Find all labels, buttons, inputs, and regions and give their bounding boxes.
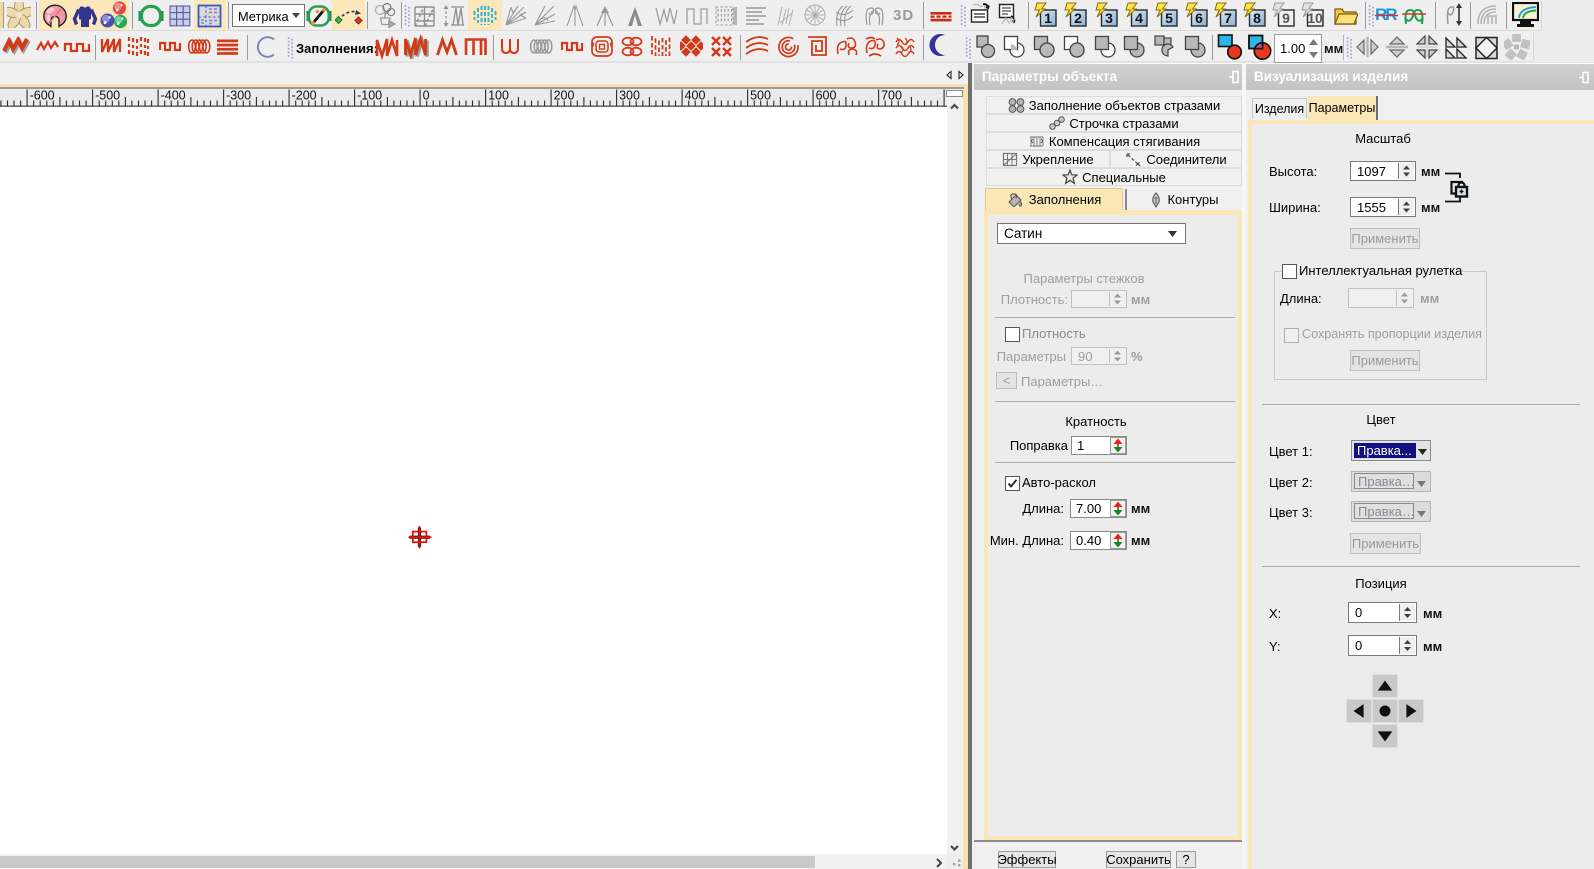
svg-text:700: 700: [881, 89, 902, 103]
svg-text:200: 200: [554, 89, 575, 103]
svg-text:-100: -100: [357, 89, 382, 103]
svg-text:2: 2: [1074, 10, 1082, 26]
svg-text:3: 3: [1105, 10, 1113, 26]
svg-text:5: 5: [1165, 10, 1173, 26]
svg-text:RR: RR: [1375, 5, 1397, 24]
svg-text:400: 400: [685, 89, 706, 103]
svg-text:-200: -200: [292, 89, 317, 103]
svg-text:100: 100: [488, 89, 509, 103]
svg-text:300: 300: [619, 89, 640, 103]
svg-text:-600: -600: [30, 89, 55, 103]
svg-text:8: 8: [1253, 10, 1261, 26]
svg-text:4: 4: [1135, 10, 1143, 26]
svg-text:-300: -300: [226, 89, 251, 103]
svg-text:-400: -400: [161, 89, 186, 103]
svg-text:10: 10: [1307, 10, 1323, 26]
svg-text:9: 9: [1282, 10, 1290, 26]
svg-text:500: 500: [750, 89, 771, 103]
svg-text:-500: -500: [95, 89, 120, 103]
svg-text:7: 7: [1224, 10, 1232, 26]
svg-text:600: 600: [816, 89, 837, 103]
svg-text:1: 1: [1044, 10, 1052, 26]
svg-text:0: 0: [423, 89, 430, 103]
svg-text:6: 6: [1195, 10, 1203, 26]
